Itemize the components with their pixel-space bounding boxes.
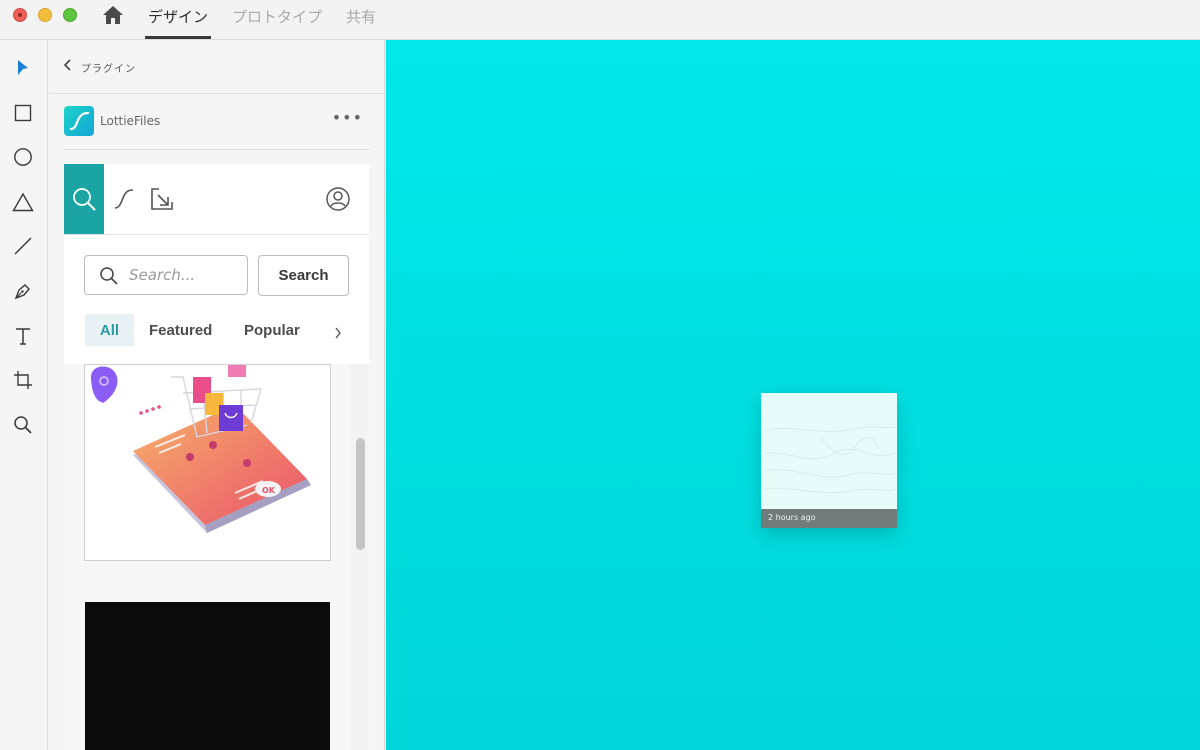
line-icon[interactable] xyxy=(11,234,35,258)
search-icon xyxy=(73,188,96,211)
ellipse-icon[interactable] xyxy=(11,145,35,169)
zoom-window-button[interactable] xyxy=(63,8,77,22)
nav-curve-tab[interactable] xyxy=(111,186,137,212)
filter-next-icon[interactable] xyxy=(334,327,342,343)
svg-text:OK: OK xyxy=(262,486,276,495)
filter-featured[interactable]: Featured xyxy=(149,314,212,346)
filter-all[interactable]: All xyxy=(85,314,134,346)
artboard-icon[interactable] xyxy=(11,368,35,392)
zoom-icon[interactable] xyxy=(11,413,35,437)
plugin-panel: プラグイン LottieFiles ••• Search All Feature… xyxy=(49,40,385,750)
panel-header: プラグイン xyxy=(49,40,385,94)
curve-icon xyxy=(114,189,134,209)
pen-icon[interactable] xyxy=(11,279,35,303)
nav-search-tab[interactable] xyxy=(64,164,104,234)
artboard-thumbnail[interactable]: 2 hours ago xyxy=(761,393,897,528)
select-icon[interactable] xyxy=(11,56,35,80)
artboard-preview xyxy=(764,426,896,494)
results-list: OK xyxy=(64,364,369,750)
plugin-header: LottieFiles ••• xyxy=(64,106,369,150)
design-canvas[interactable]: 2 hours ago xyxy=(386,40,1200,750)
user-profile-icon xyxy=(326,187,350,211)
tab-share[interactable]: 共有 xyxy=(346,6,376,27)
search-button[interactable]: Search xyxy=(258,255,349,296)
active-tab-indicator xyxy=(145,36,211,39)
home-icon[interactable] xyxy=(102,5,124,25)
scrollbar-track[interactable] xyxy=(350,364,369,750)
lottiefiles-logo-icon xyxy=(64,106,94,136)
search-input[interactable] xyxy=(129,265,239,285)
filter-popular[interactable]: Popular xyxy=(244,314,300,346)
animation-card[interactable] xyxy=(85,602,330,750)
rectangle-icon[interactable] xyxy=(11,101,35,125)
scrollbar-thumb[interactable] xyxy=(356,438,365,550)
close-window-button[interactable] xyxy=(13,8,27,22)
shopping-animation-thumbnail: OK xyxy=(91,365,311,533)
triangle-icon[interactable] xyxy=(11,190,35,214)
artboard-timestamp: 2 hours ago xyxy=(768,513,816,522)
nav-account-tab[interactable] xyxy=(325,186,351,212)
tab-prototype[interactable]: プロトタイプ xyxy=(232,6,322,27)
search-field[interactable] xyxy=(84,255,248,295)
search-icon xyxy=(100,267,118,285)
plugin-name: LottieFiles xyxy=(100,114,161,128)
tool-bar xyxy=(0,40,48,750)
back-chevron-icon[interactable] xyxy=(63,59,73,75)
artboard-footer: 2 hours ago xyxy=(761,509,897,528)
plugin-content: Search All Featured Popular xyxy=(64,164,369,750)
import-icon xyxy=(151,188,173,210)
animation-card[interactable]: OK xyxy=(84,364,331,561)
more-options-icon[interactable]: ••• xyxy=(332,108,363,127)
text-icon[interactable] xyxy=(11,324,35,348)
nav-divider xyxy=(64,234,369,235)
minimize-window-button[interactable] xyxy=(38,8,52,22)
panel-title[interactable]: プラグイン xyxy=(81,60,136,75)
nav-import-tab[interactable] xyxy=(149,186,175,212)
tab-design[interactable]: デザイン xyxy=(148,6,208,27)
title-bar: デザイン プロトタイプ 共有 xyxy=(0,0,1200,40)
